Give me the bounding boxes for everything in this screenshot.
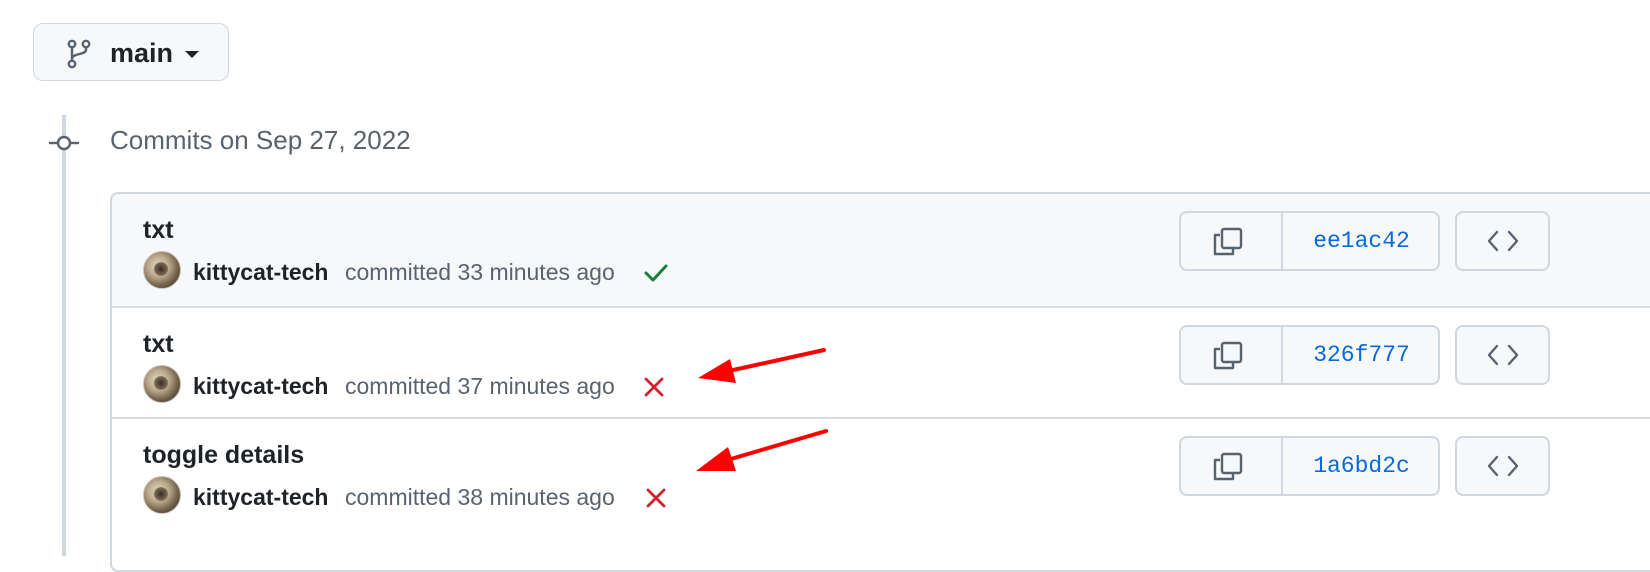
avatar[interactable] [143, 476, 181, 514]
avatar[interactable] [143, 365, 181, 403]
branch-selector-button[interactable]: main [33, 23, 229, 81]
chevron-down-icon [185, 51, 199, 58]
copy-icon [1213, 341, 1243, 370]
browse-repository-button[interactable] [1455, 211, 1550, 271]
browse-repository-button[interactable] [1455, 325, 1550, 385]
commit-meta: committed 33 minutes ago [345, 259, 615, 285]
code-icon [1487, 230, 1519, 252]
x-icon[interactable] [643, 376, 665, 398]
branch-name: main [110, 38, 174, 68]
copy-sha-button[interactable] [1181, 327, 1283, 383]
commit-sha: 326f777 [1313, 342, 1410, 368]
commit-title-link[interactable]: txt [143, 216, 174, 245]
commit-author-link[interactable]: kittycat-tech [193, 259, 328, 286]
git-commit-icon [49, 135, 79, 151]
copy-icon [1213, 227, 1243, 256]
commit-sha-link[interactable]: ee1ac42 [1283, 213, 1438, 269]
commit-row: toggle details kittycat-tech committed 3… [112, 417, 1650, 570]
x-icon[interactable] [645, 487, 667, 509]
check-icon[interactable] [643, 262, 669, 284]
copy-icon [1213, 452, 1243, 481]
copy-sha-button[interactable] [1181, 438, 1283, 494]
commit-row: txt kittycat-tech committed 37 minutes a… [112, 306, 1650, 417]
commit-actions-group: ee1ac42 [1179, 211, 1440, 271]
commit-sha: 1a6bd2c [1313, 453, 1410, 479]
timeline-line [62, 115, 66, 556]
commit-actions-group: 326f777 [1179, 325, 1440, 385]
code-icon [1487, 344, 1519, 366]
commit-actions-group: 1a6bd2c [1179, 436, 1440, 496]
commit-title-link[interactable]: txt [143, 330, 174, 359]
code-icon [1487, 455, 1519, 477]
commit-sha: ee1ac42 [1313, 228, 1410, 254]
commit-sha-link[interactable]: 326f777 [1283, 327, 1438, 383]
git-branch-icon [67, 39, 91, 69]
commits-date-heading: Commits on Sep 27, 2022 [110, 125, 411, 155]
copy-sha-button[interactable] [1181, 213, 1283, 269]
browse-repository-button[interactable] [1455, 436, 1550, 496]
commit-title-link[interactable]: toggle details [143, 441, 304, 470]
avatar[interactable] [143, 251, 181, 289]
commit-author-link[interactable]: kittycat-tech [193, 484, 328, 511]
commit-author-link[interactable]: kittycat-tech [193, 373, 328, 400]
commit-meta: committed 38 minutes ago [345, 484, 615, 510]
commit-sha-link[interactable]: 1a6bd2c [1283, 438, 1438, 494]
commit-row: txt kittycat-tech committed 33 minutes a… [112, 194, 1650, 306]
commit-list: txt kittycat-tech committed 33 minutes a… [110, 192, 1650, 572]
commit-meta: committed 37 minutes ago [345, 373, 615, 399]
